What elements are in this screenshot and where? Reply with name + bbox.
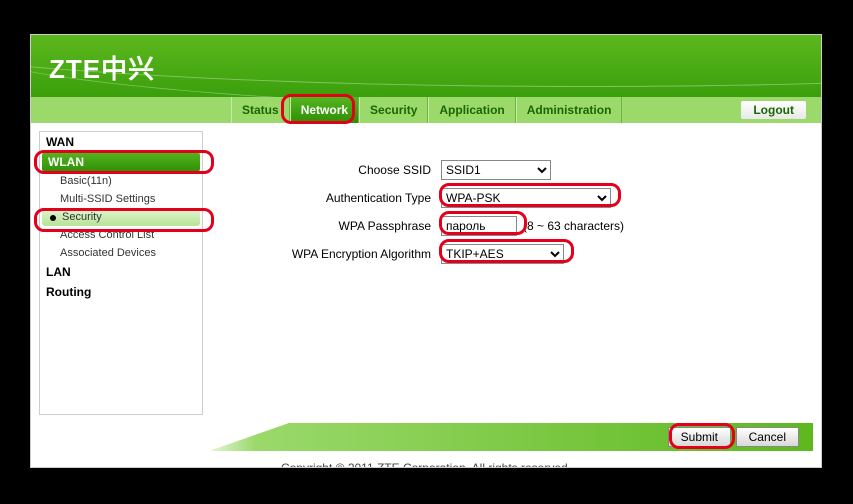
row-passphrase: WPA Passphrase (8 ~ 63 characters)	[231, 215, 801, 237]
sidebar-item-assoc[interactable]: Associated Devices	[40, 244, 202, 262]
select-encryption[interactable]: TKIP+AES	[441, 244, 564, 264]
sidebar-item-multissid[interactable]: Multi-SSID Settings	[40, 190, 202, 208]
sidebar-group-wan[interactable]: WAN	[40, 132, 202, 152]
tab-status[interactable]: Status	[231, 97, 290, 123]
sidebar-inner: WAN WLAN Basic(11n) Multi-SSID Settings …	[39, 131, 203, 415]
cancel-button[interactable]: Cancel	[736, 427, 799, 447]
main-panel: Choose SSID SSID1 Authentication Type WP…	[211, 123, 821, 423]
sidebar-group-routing[interactable]: Routing	[40, 282, 202, 302]
router-admin-page: ZTE中兴 Status Network Security Applicatio…	[30, 34, 822, 468]
submit-button[interactable]: Submit	[668, 427, 731, 447]
sidebar: WAN WLAN Basic(11n) Multi-SSID Settings …	[31, 123, 211, 423]
sidebar-group-wlan[interactable]: WLAN	[42, 152, 200, 172]
label-choose-ssid: Choose SSID	[231, 163, 441, 177]
button-bar: Submit Cancel	[39, 423, 813, 451]
tab-administration[interactable]: Administration	[516, 97, 623, 123]
tab-application[interactable]: Application	[428, 97, 515, 123]
tab-security[interactable]: Security	[359, 97, 428, 123]
row-choose-ssid: Choose SSID SSID1	[231, 159, 801, 181]
label-passphrase: WPA Passphrase	[231, 219, 441, 233]
banner: ZTE中兴	[31, 35, 821, 97]
content-area: WAN WLAN Basic(11n) Multi-SSID Settings …	[31, 123, 821, 423]
top-tabs: Status Network Security Application Admi…	[31, 97, 821, 123]
sidebar-item-security[interactable]: Security	[42, 208, 200, 226]
select-choose-ssid[interactable]: SSID1	[441, 160, 551, 180]
sidebar-group-lan[interactable]: LAN	[40, 262, 202, 282]
sidebar-item-basic[interactable]: Basic(11n)	[40, 172, 202, 190]
brand-logo: ZTE中兴	[49, 49, 155, 86]
hint-passphrase: (8 ~ 63 characters)	[523, 219, 624, 233]
input-passphrase[interactable]	[441, 216, 517, 236]
select-auth-type[interactable]: WPA-PSK	[441, 188, 611, 208]
row-auth-type: Authentication Type WPA-PSK	[231, 187, 801, 209]
label-auth-type: Authentication Type	[231, 191, 441, 205]
label-encryption: WPA Encryption Algorithm	[231, 247, 441, 261]
row-encryption: WPA Encryption Algorithm TKIP+AES	[231, 243, 801, 265]
sidebar-item-acl[interactable]: Access Control List	[40, 226, 202, 244]
tab-network[interactable]: Network	[290, 97, 359, 123]
footer-text: Copyright © 2011 ZTE Corporation. All ri…	[31, 461, 821, 468]
logout-button[interactable]: Logout	[740, 100, 807, 120]
